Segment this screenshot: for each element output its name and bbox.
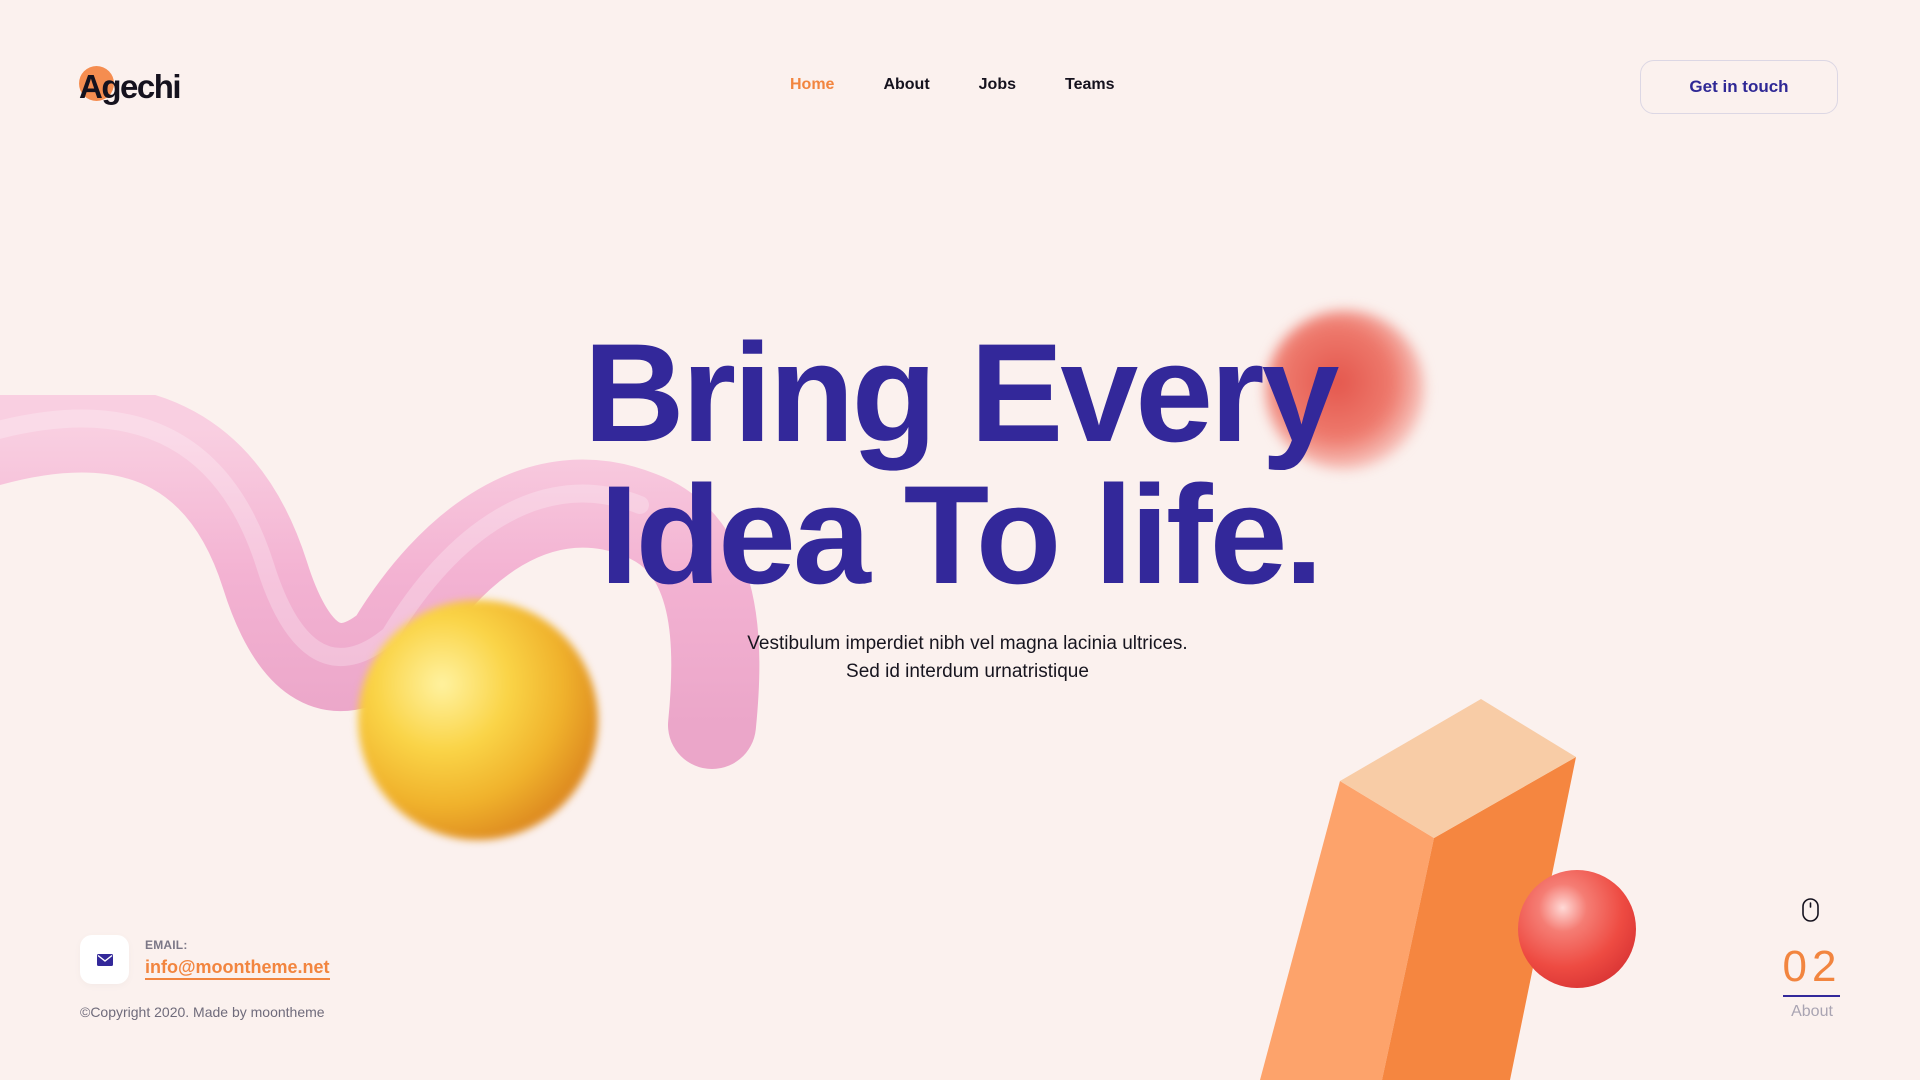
hero-title: Bring Every Idea To life. [0,322,1920,606]
nav-item-teams[interactable]: Teams [1065,76,1115,94]
mouse-icon[interactable] [1802,898,1819,922]
email-label: EMAIL: [145,938,188,952]
envelope-icon [96,953,113,966]
red-sphere [1518,870,1636,988]
nav-item-jobs[interactable]: Jobs [979,76,1016,94]
logo-text: Agechi [79,68,182,105]
nav-item-home[interactable]: Home [790,76,834,94]
email-link[interactable]: info@moontheme.net [145,956,330,980]
hero-subtitle: Vestibulum imperdiet nibh vel magna laci… [560,630,1375,686]
copyright-text: ©Copyright 2020. Made by moontheme [80,1004,325,1020]
nav-item-about[interactable]: About [883,76,929,94]
get-in-touch-button[interactable]: Get in touch [1640,60,1838,114]
email-button[interactable] [80,935,129,984]
hero-title-line-1: Bring Every [583,314,1340,471]
main-nav: Home About Jobs Teams [790,76,1115,94]
hero-subtitle-line-1: Vestibulum imperdiet nibh vel magna laci… [747,633,1188,654]
page-number-underline [1783,995,1840,997]
page-label: About [1791,1003,1833,1020]
page-number: 02 [1782,942,1842,991]
hero-title-line-2: Idea To life. [599,456,1324,613]
hero-subtitle-line-2: Sed id interdum urnatristique [846,661,1089,682]
